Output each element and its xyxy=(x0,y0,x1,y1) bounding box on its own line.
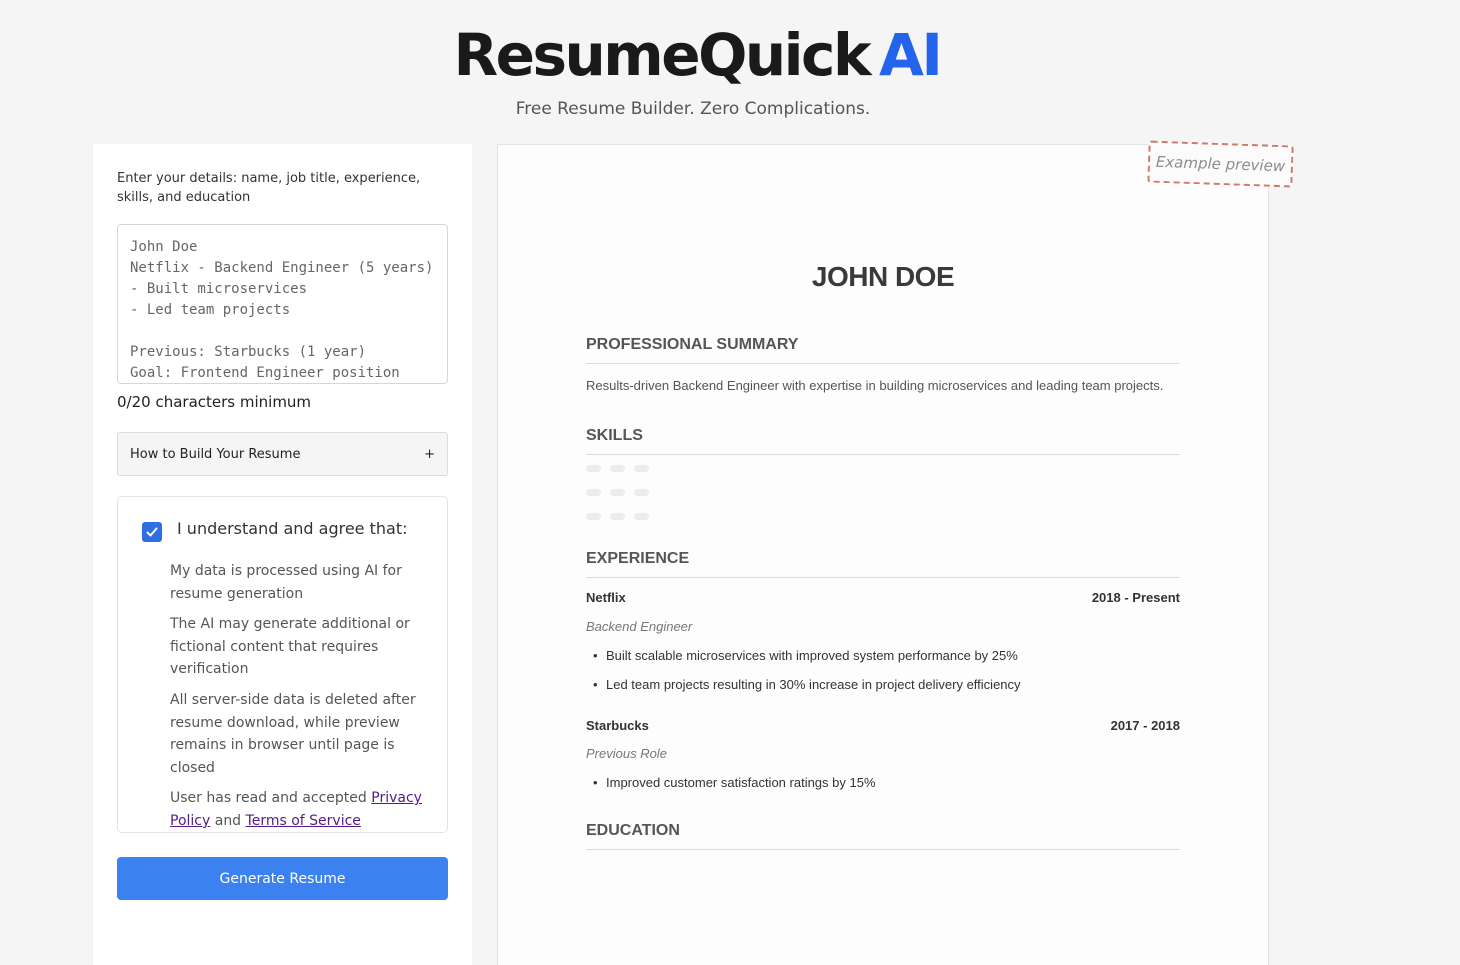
job-bullet: • Led team projects resulting in 30% incr… xyxy=(593,677,1021,692)
policy-prefix: User has read and accepted xyxy=(170,790,367,807)
job-bullet: • Improved customer satisfaction ratings … xyxy=(593,775,876,790)
skill-skeleton xyxy=(634,513,649,520)
details-textarea[interactable]: John Doe Netflix - Backend Engineer (5 y… xyxy=(117,224,448,384)
skill-skeleton xyxy=(586,513,601,520)
bullet-text: Led team projects resulting in 30% incre… xyxy=(606,677,1021,692)
skill-skeleton xyxy=(634,489,649,496)
section-title-summary: PROFESSIONAL SUMMARY xyxy=(586,335,1180,364)
tagline: Free Resume Builder. Zero Complications. xyxy=(515,99,871,119)
skill-skeleton xyxy=(610,489,625,496)
consent-item: My data is processed using AI for resume… xyxy=(170,563,402,602)
section-title-education: EDUCATION xyxy=(586,821,1180,850)
terms-of-service-link[interactable]: Terms of Service xyxy=(246,813,361,829)
job-role: Backend Engineer xyxy=(586,619,693,634)
consent-item-policy: User has read and accepted Privacy Polic… xyxy=(170,787,435,832)
generate-resume-button[interactable]: Generate Resume xyxy=(117,857,448,900)
logo-main: ResumeQuick xyxy=(453,21,872,89)
skill-skeleton xyxy=(610,465,625,472)
consent-title: I understand and agree that: xyxy=(177,519,408,538)
and-text: and xyxy=(214,812,242,829)
bullet-icon: • xyxy=(593,775,598,790)
job-dates: 2018 - Present xyxy=(1091,590,1180,605)
consent-box: I understand and agree that: My data is … xyxy=(117,496,448,833)
section-title-experience: EXPERIENCE xyxy=(586,549,1180,578)
consent-item: All server-side data is deleted after re… xyxy=(170,691,416,776)
summary-text: Results-driven Backend Engineer with exp… xyxy=(586,378,1164,393)
checkmark-icon xyxy=(146,527,158,537)
consent-item: The AI may generate additional or fictio… xyxy=(170,616,410,678)
consent-checkbox[interactable] xyxy=(142,522,162,542)
example-preview-stamp: Example preview xyxy=(1147,140,1294,188)
skill-skeleton xyxy=(610,513,625,520)
job-dates: 2017 - 2018 xyxy=(1110,718,1180,733)
input-panel: Enter your details: name, job title, exp… xyxy=(93,144,472,965)
bullet-text: Improved customer satisfaction ratings b… xyxy=(606,775,876,790)
howto-label: How to Build Your Resume xyxy=(130,446,301,462)
char-count: 0/20 characters minimum xyxy=(117,393,312,411)
section-title-skills: SKILLS xyxy=(586,426,1180,455)
bullet-icon: • xyxy=(593,648,598,663)
job-role: Previous Role xyxy=(586,746,667,761)
consent-list: My data is processed using AI for resume… xyxy=(170,560,435,841)
job-bullet: • Built scalable microservices with impro… xyxy=(593,648,1018,663)
resume-name: JOHN DOE xyxy=(811,261,955,292)
bullet-text: Built scalable microservices with improv… xyxy=(606,648,1018,663)
job-company: Starbucks xyxy=(586,718,649,733)
instructions-label: Enter your details: name, job title, exp… xyxy=(117,171,421,205)
plus-icon: + xyxy=(424,446,435,462)
logo[interactable]: ResumeQuick AI xyxy=(0,22,1394,88)
skill-skeleton xyxy=(634,465,649,472)
skill-skeleton xyxy=(586,465,601,472)
skill-skeleton xyxy=(586,489,601,496)
logo-accent: AI xyxy=(879,21,943,89)
howto-accordion[interactable]: How to Build Your Resume + xyxy=(117,432,448,476)
job-company: Netflix xyxy=(586,590,626,605)
bullet-icon: • xyxy=(593,677,598,692)
